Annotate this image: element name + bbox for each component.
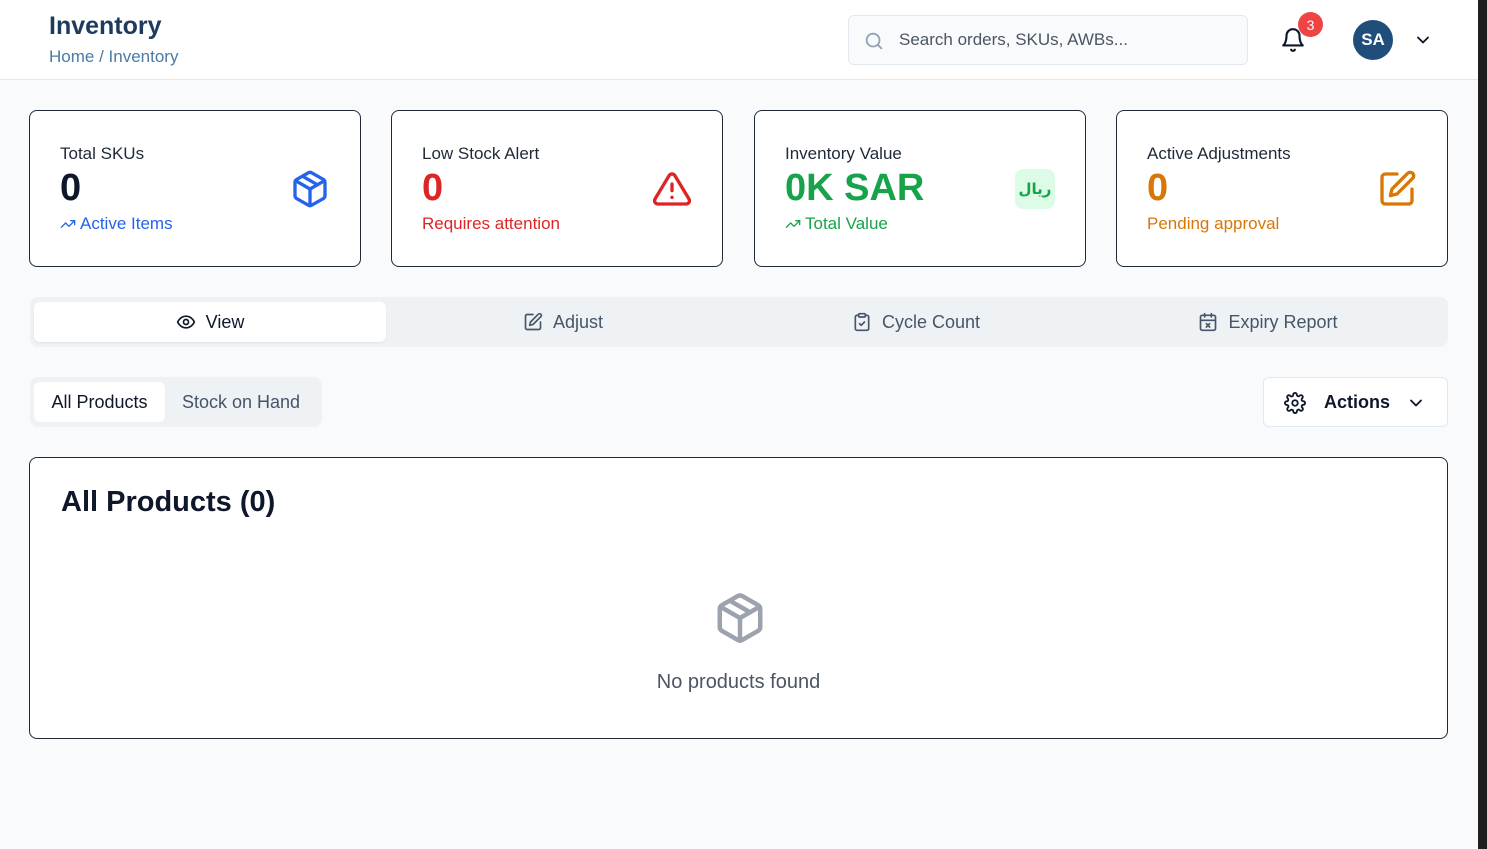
tab-label: Adjust bbox=[552, 311, 604, 332]
trending-up-icon bbox=[60, 220, 76, 228]
tab-label: View bbox=[205, 311, 245, 332]
breadcrumb[interactable]: Home / Inventory bbox=[49, 47, 178, 67]
stat-sub: Pending approval bbox=[1147, 214, 1279, 234]
page-title: Inventory bbox=[49, 12, 162, 40]
riyal-icon: ريال bbox=[1015, 169, 1055, 209]
actions-label: Actions bbox=[1324, 392, 1391, 412]
stat-sub-text: Active Items bbox=[80, 214, 173, 233]
chevron-down-icon bbox=[1410, 399, 1422, 407]
stat-value: 0 bbox=[1147, 167, 1169, 209]
stat-sub: Active Items bbox=[60, 214, 173, 234]
stat-sub: Total Value bbox=[785, 214, 888, 234]
gear-icon bbox=[1284, 392, 1306, 414]
clipboard-check-icon bbox=[854, 312, 870, 332]
alert-triangle-icon bbox=[652, 172, 692, 206]
search-input[interactable] bbox=[899, 16, 1239, 64]
top-header: Inventory Home / Inventory 3 SA bbox=[0, 0, 1478, 80]
stat-label: Low Stock Alert bbox=[422, 144, 540, 163]
window-edge bbox=[1478, 0, 1487, 849]
tab-expiry-report[interactable]: Expiry Report bbox=[1092, 302, 1444, 342]
stat-sub-text: Total Value bbox=[805, 214, 888, 233]
stat-sub: Requires attention bbox=[422, 214, 560, 234]
tab-view[interactable]: View bbox=[34, 302, 386, 342]
stat-label: Total SKUs bbox=[60, 144, 145, 163]
calendar-x-icon bbox=[1200, 312, 1217, 332]
tab-cycle-count[interactable]: Cycle Count bbox=[740, 302, 1092, 342]
package-icon bbox=[717, 593, 763, 643]
chevron-down-icon[interactable] bbox=[1413, 30, 1433, 50]
stat-card-inventory-value: Inventory Value 0K SAR Total Value ريال bbox=[754, 110, 1086, 267]
tab-adjust[interactable]: Adjust bbox=[387, 302, 739, 342]
tab-label: Expiry Report bbox=[1228, 311, 1338, 332]
stat-sub-text: Pending approval bbox=[1147, 214, 1280, 233]
main-tabs: View Adjust Cycle Count Expiry Report bbox=[30, 297, 1448, 347]
trending-up-icon bbox=[785, 220, 801, 228]
stat-label: Active Adjustments bbox=[1147, 144, 1291, 163]
avatar[interactable]: SA bbox=[1353, 20, 1393, 60]
subtab-all-products[interactable]: All Products bbox=[34, 382, 165, 422]
stat-value: 0 bbox=[422, 167, 444, 209]
eye-icon bbox=[176, 315, 195, 329]
edit-icon bbox=[1380, 170, 1416, 206]
products-panel: All Products (0) No products found bbox=[29, 457, 1448, 739]
stat-card-total-skus: Total SKUs 0 Active Items bbox=[29, 110, 361, 267]
tab-label: Cycle Count bbox=[881, 311, 981, 332]
stat-card-low-stock: Low Stock Alert 0 Requires attention bbox=[391, 110, 723, 267]
stat-value: 0 bbox=[60, 167, 82, 209]
product-subtabs: All Products Stock on Hand bbox=[30, 377, 322, 427]
stat-label: Inventory Value bbox=[785, 144, 902, 163]
stat-card-active-adjustments: Active Adjustments 0 Pending approval bbox=[1116, 110, 1448, 267]
stat-value: 0K SAR bbox=[785, 167, 925, 209]
search-icon bbox=[865, 32, 883, 50]
notification-badge: 3 bbox=[1298, 12, 1323, 37]
actions-button[interactable]: Actions bbox=[1263, 377, 1448, 427]
stat-sub-text: Requires attention bbox=[422, 214, 560, 233]
products-title: All Products (0) bbox=[61, 486, 276, 518]
subtab-stock-on-hand[interactable]: Stock on Hand bbox=[167, 382, 315, 422]
package-icon bbox=[293, 170, 327, 208]
edit-icon bbox=[524, 312, 543, 331]
empty-state-text: No products found bbox=[656, 671, 821, 693]
search-bar[interactable] bbox=[848, 15, 1248, 65]
